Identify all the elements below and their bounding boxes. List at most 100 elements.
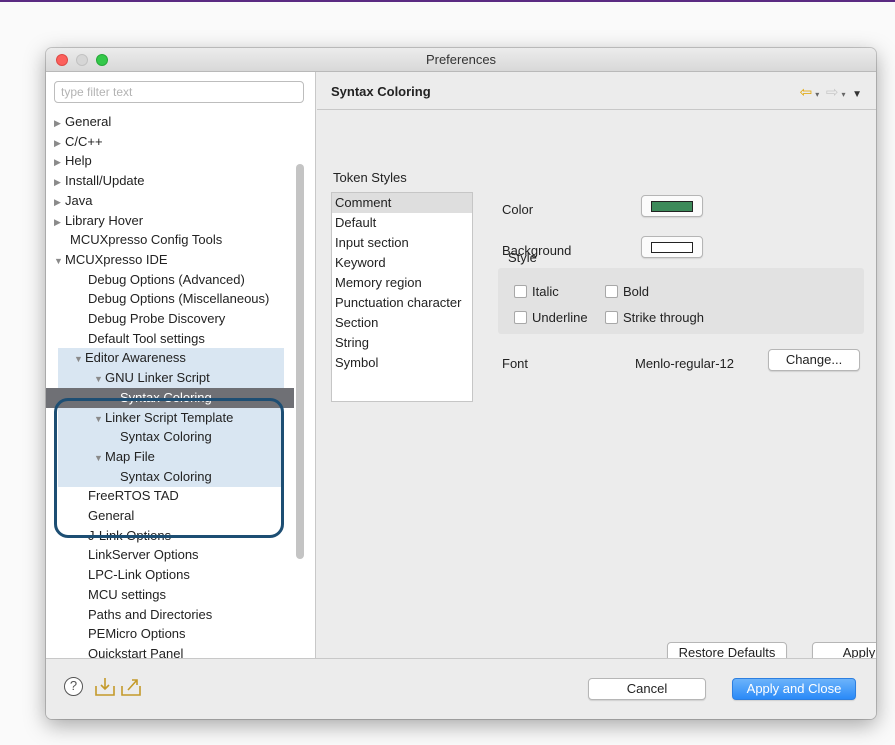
tree-item[interactable]: ▶ Library Hover [54,211,143,231]
bold-checkbox[interactable]: Bold [605,284,649,299]
font-label: Font [502,356,529,371]
tree-item[interactable]: General [88,506,134,526]
strike-through-checkbox[interactable]: Strike through [605,310,704,325]
tree-item[interactable]: ▼ Map File [58,447,284,467]
token-styles-list[interactable]: Comment Default Input section Keyword Memory… [331,192,473,402]
help-icon[interactable]: ? [64,677,83,696]
change-font-button[interactable]: Change... [768,349,860,371]
tree-item-label: Install/Update [65,173,145,188]
back-arrow-icon[interactable]: ⇦ [800,83,813,101]
tree-item-label: MCUXpresso Config Tools [70,232,223,247]
dialog-footer: ? Cancel Apply and Close [46,658,876,719]
token-style-item[interactable]: Memory region [332,273,472,293]
tree-item[interactable]: PEMicro Options [88,624,186,644]
close-window-button[interactable] [56,54,68,66]
tree-item[interactable]: ▼ MCUXpresso IDE [54,250,168,270]
collapsed-arrow-icon[interactable]: ▶ [54,192,63,212]
strike-through-checkbox-box[interactable] [605,311,618,324]
expanded-arrow-icon[interactable]: ▼ [54,251,63,271]
tree-item-label: Help [65,153,92,168]
tree-item[interactable]: LinkServer Options [88,545,199,565]
window-title: Preferences [425,52,497,67]
token-style-item[interactable]: Input section [332,233,472,253]
tree-item-label: Paths and Directories [88,607,213,622]
tree-item[interactable]: Debug Options (Miscellaneous) [88,289,269,309]
tree-item-label: PEMicro Options [88,626,186,641]
forward-arrow-icon[interactable]: ⇨ [826,83,839,101]
tree-item-label: Map File [105,449,155,464]
minimize-window-button[interactable] [76,54,88,66]
token-styles-label: Token Styles [333,170,407,185]
collapsed-arrow-icon[interactable]: ▶ [54,152,63,172]
tree-item[interactable]: Debug Probe Discovery [88,309,225,329]
cancel-button[interactable]: Cancel [588,678,706,700]
tree-item[interactable]: ▶ Help [54,151,92,171]
page-top-rule [0,0,895,2]
collapsed-arrow-icon[interactable]: ▶ [54,212,63,232]
tree-item[interactable]: Debug Options (Advanced) [88,270,245,290]
back-dropdown-icon[interactable]: ▾ [815,90,819,99]
tree-item[interactable]: Syntax Coloring [58,467,284,487]
tree-item[interactable]: MCU settings [88,585,166,605]
zoom-window-button[interactable] [96,54,108,66]
tree-item[interactable]: Syntax Coloring [58,427,284,447]
token-style-item[interactable]: Default [332,213,472,233]
tree-item-label: Syntax Coloring [120,390,212,405]
collapsed-arrow-icon[interactable]: ▶ [54,113,63,133]
tree-item-label: Linker Script Template [105,410,234,425]
tree-item[interactable]: Paths and Directories [88,605,212,625]
tree-item[interactable]: ▼ Linker Script Template [58,408,284,428]
tree-item[interactable]: MCUXpresso Config Tools [70,230,222,250]
page-header: Syntax Coloring ⇦ ▾ ⇨ ▾ ▼ [317,72,876,110]
forward-dropdown-icon[interactable]: ▾ [841,90,845,99]
token-style-item[interactable]: String [332,333,472,353]
tree-item[interactable]: ▶ Install/Update [54,171,145,191]
underline-checkbox[interactable]: Underline [514,310,588,325]
italic-checkbox[interactable]: Italic [514,284,559,299]
expanded-arrow-icon[interactable]: ▼ [74,349,83,369]
tree-item-label: Syntax Coloring [120,469,212,484]
color-picker-button[interactable] [641,195,703,217]
tree-item-label: Quickstart Panel [88,646,184,658]
apply-and-close-button[interactable]: Apply and Close [732,678,856,700]
expanded-arrow-icon[interactable]: ▼ [94,369,103,389]
page-navigation: ⇦ ▾ ⇨ ▾ ▼ [797,83,862,101]
background-swatch [651,242,693,253]
italic-label: Italic [532,284,559,299]
tree-item-label: General [65,114,112,129]
tree-item[interactable]: ▶ General [54,112,111,132]
italic-checkbox-box[interactable] [514,285,527,298]
tree-item[interactable]: FreeRTOS TAD [88,486,179,506]
collapsed-arrow-icon[interactable]: ▶ [54,172,63,192]
token-style-item[interactable]: Comment [332,193,472,213]
expanded-arrow-icon[interactable]: ▼ [94,448,103,468]
token-style-item[interactable]: Keyword [332,253,472,273]
tree-item[interactable]: ▼ Editor Awareness [58,348,284,368]
tree-scrollbar[interactable] [296,164,304,559]
tree-item[interactable]: J-Link Options [88,526,171,546]
token-style-item[interactable]: Punctuation character [332,293,472,313]
expanded-arrow-icon[interactable]: ▼ [94,409,103,429]
tree-item[interactable]: Default Tool settings [88,329,205,349]
export-preferences-icon[interactable] [120,677,142,697]
underline-checkbox-box[interactable] [514,311,527,324]
bold-checkbox-box[interactable] [605,285,618,298]
tree-item[interactable]: Quickstart Panel [88,644,183,658]
collapsed-arrow-icon[interactable]: ▶ [54,133,63,153]
tree-item[interactable]: LPC-Link Options [88,565,190,585]
import-preferences-icon[interactable] [94,677,116,697]
preferences-sidebar: ▶General▶C/C++▶Help▶Install/Update▶Java▶… [46,72,316,658]
view-menu-icon[interactable]: ▼ [852,89,862,100]
tree-item-label: General [88,508,135,523]
token-style-item[interactable]: Symbol [332,353,472,373]
background-picker-button[interactable] [641,236,703,258]
tree-item[interactable]: ▶ Java [54,191,92,211]
token-style-item[interactable]: Section [332,313,472,333]
tree-item[interactable]: ▼ GNU Linker Script [58,368,284,388]
tree-item-label: Syntax Coloring [120,429,212,444]
tree-item[interactable]: ▶ C/C++ [54,132,103,152]
filter-input[interactable] [54,81,304,103]
tree-item-label: GNU Linker Script [105,370,210,385]
tree-item[interactable]: Syntax Coloring [46,388,294,408]
color-label: Color [502,202,534,217]
